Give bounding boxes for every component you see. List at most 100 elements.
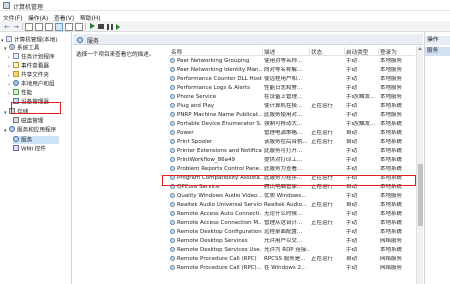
- list-header: 名称 描述 状态 启动类型 登录为: [169, 46, 415, 56]
- service-startup-type: 手动: [346, 237, 358, 244]
- tree-wmi[interactable]: WMI 控件: [13, 145, 46, 153]
- service-name: Remote Desktop Services Use...: [177, 246, 262, 253]
- service-logon-as: 网络服务: [380, 264, 403, 271]
- service-logon-as: 网络服务: [380, 237, 403, 244]
- service-row[interactable]: Remote Desktop Configuration 远程桌面配置... 手动 本…: [169, 227, 415, 236]
- service-row[interactable]: Printer Extensions and Notifica... 此服务可打开…: [169, 146, 415, 155]
- service-startup-type: 手动: [346, 147, 358, 154]
- action-services[interactable]: 服务: [425, 47, 450, 56]
- service-row[interactable]: Remote Procedure Call (RPC)... 在 Windows …: [169, 263, 415, 272]
- highlight-box-print-spooler: [162, 175, 416, 186]
- scroll-up-arrow-icon[interactable]: [418, 47, 422, 50]
- stop-service-icon[interactable]: [97, 23, 105, 31]
- back-arrow-icon[interactable]: ←: [3, 23, 11, 31]
- console-icon[interactable]: [75, 22, 83, 31]
- service-gear-icon: [170, 211, 175, 216]
- column-divider[interactable]: [309, 47, 310, 55]
- service-row[interactable]: Performance Counter DLL Host 使远程用户和... 手动 本…: [169, 74, 415, 83]
- vertical-scrollbar[interactable]: [416, 46, 423, 284]
- refresh-icon[interactable]: [45, 22, 53, 31]
- tree-event-viewer[interactable]: › 事件查看器: [8, 62, 49, 70]
- tree-root[interactable]: ▾ 计算机管理(本地): [1, 36, 58, 44]
- service-gear-icon: [170, 193, 175, 198]
- service-row[interactable]: Remote Procedure Call (RPC) RPCSS 服务是... 正…: [169, 254, 415, 263]
- pause-service-icon[interactable]: [106, 23, 114, 31]
- service-startup-type: 手动: [346, 102, 358, 109]
- service-row[interactable]: Power 管理电源策略... 正在运行 自动 本地系统: [169, 128, 415, 137]
- service-row[interactable]: Problem Reports Control Pane... 此服务为查看...…: [169, 164, 415, 173]
- tree-disk-management[interactable]: 磁盘管理: [13, 117, 43, 125]
- service-name: PNRP Machine Name Publicat...: [177, 111, 262, 118]
- service-name: Print Spooler: [177, 138, 213, 145]
- title-bar: 计算机管理: [0, 0, 450, 11]
- column-divider[interactable]: [262, 47, 263, 55]
- column-header-logon-as[interactable]: 登录为: [380, 48, 397, 56]
- service-status: 正在运行: [311, 129, 334, 136]
- tree-system-tools[interactable]: ▾ 系统工具: [4, 44, 39, 52]
- column-divider[interactable]: [344, 47, 345, 55]
- service-row[interactable]: Plug and Play 使计算机在极... 正在运行 手动 本地系统: [169, 101, 415, 110]
- service-description: 性能日志和警...: [264, 84, 303, 91]
- restart-service-icon[interactable]: [115, 23, 123, 31]
- service-row[interactable]: Portable Device Enumerator S... 强制可移动大...…: [169, 119, 415, 128]
- service-gear-icon: [170, 85, 175, 90]
- tree-local-users[interactable]: › 本地用户和组: [8, 80, 55, 88]
- properties-icon[interactable]: [35, 22, 43, 31]
- help-icon[interactable]: [65, 22, 73, 31]
- service-row[interactable]: PrintWorkflow_86a49 提供对打印工... 手动 本地系统: [169, 155, 415, 164]
- service-startup-type: 自动: [346, 255, 358, 262]
- window-title: 计算机管理: [13, 4, 44, 11]
- scroll-thumb[interactable]: [418, 164, 423, 226]
- service-row[interactable]: Peer Networking Identity Man... 向对等名称解...…: [169, 65, 415, 74]
- service-description: 强制可移动大...: [264, 120, 303, 127]
- column-header-description[interactable]: 描述: [264, 48, 275, 56]
- service-row[interactable]: Phone Service 在设备上管理... 手动(触发... 本地服务: [169, 92, 415, 101]
- service-name: Quality Windows Audio Video ...: [177, 192, 262, 199]
- service-row[interactable]: PNRP Machine Name Publicat... 此服务使用对... 手动…: [169, 110, 415, 119]
- service-name: Performance Logs & Alerts: [177, 84, 251, 91]
- service-gear-icon: [170, 166, 175, 171]
- tree-performance[interactable]: › 性能: [8, 89, 32, 97]
- column-header-status[interactable]: 状态: [311, 48, 322, 56]
- tree-services-apps[interactable]: ▾ 服务和应用程序: [4, 126, 56, 134]
- service-row[interactable]: Realtek Audio Universal Service Realtek A…: [169, 200, 415, 209]
- export-list-icon[interactable]: [55, 22, 63, 31]
- services-list: 名称 描述 状态 启动类型 登录为 Peer Networking Groupi…: [169, 46, 415, 284]
- service-description: Realtek Audio...: [264, 201, 308, 208]
- show-tree-icon[interactable]: [25, 22, 33, 31]
- service-gear-icon: [170, 229, 175, 234]
- service-row[interactable]: Quality Windows Audio Video ... 优质 Window…: [169, 191, 415, 200]
- service-row[interactable]: Performance Logs & Alerts 性能日志和警... 手动 本地服务: [169, 83, 415, 92]
- service-name: Remote Access Connection M...: [177, 219, 262, 226]
- service-row[interactable]: Print Spooler 该服务在后台执... 正在运行 自动 本地系统: [169, 137, 415, 146]
- services-apps-icon: [9, 126, 15, 132]
- service-row[interactable]: Peer Networking Grouping 使用对等名称... 手动 本地服务: [169, 56, 415, 65]
- computer-management-icon: [3, 2, 10, 9]
- service-row[interactable]: Remote Access Auto Connecti... 无论什么时候... 手…: [169, 209, 415, 218]
- tree-shared-folders[interactable]: › 共享文件夹: [8, 71, 49, 79]
- service-logon-as: 本地服务: [380, 84, 403, 91]
- navigation-tree: ▾ 计算机管理(本地) ▾ 系统工具 › 任务计划程序 › 事件查看器 › 共享文件夹 ›…: [0, 32, 72, 284]
- action-pane: 操作 服务: [424, 32, 450, 284]
- column-header-startup-type[interactable]: 启动类型: [346, 48, 368, 56]
- service-description: 允许用户以交...: [264, 237, 303, 244]
- tree-services[interactable]: 服务: [13, 136, 59, 144]
- forward-arrow-icon[interactable]: →: [12, 23, 20, 31]
- service-startup-type: 手动: [346, 66, 358, 73]
- service-logon-as: 本地系统: [380, 138, 403, 145]
- tree-task-scheduler[interactable]: › 任务计划程序: [8, 53, 55, 61]
- column-divider[interactable]: [378, 47, 379, 55]
- service-status: 正在运行: [311, 219, 334, 226]
- highlight-box-services: [11, 102, 61, 114]
- service-description: 优质 Windows...: [264, 192, 307, 199]
- column-header-name[interactable]: 名称: [171, 48, 182, 56]
- start-service-icon[interactable]: [88, 23, 96, 31]
- service-row[interactable]: Remote Access Connection M... 管理从这台计... 正在…: [169, 218, 415, 227]
- service-row[interactable]: Remote Desktop Services 允许用户以交... 手动 网络服务: [169, 236, 415, 245]
- service-logon-as: 本地系统: [380, 246, 403, 253]
- services-icon: [13, 136, 19, 142]
- service-gear-icon: [170, 121, 175, 126]
- toolbar: ← →: [0, 21, 450, 32]
- service-row[interactable]: Remote Desktop Services Use... 允许为 RDP 连接…: [169, 245, 415, 254]
- service-logon-as: 本地系统: [380, 210, 403, 217]
